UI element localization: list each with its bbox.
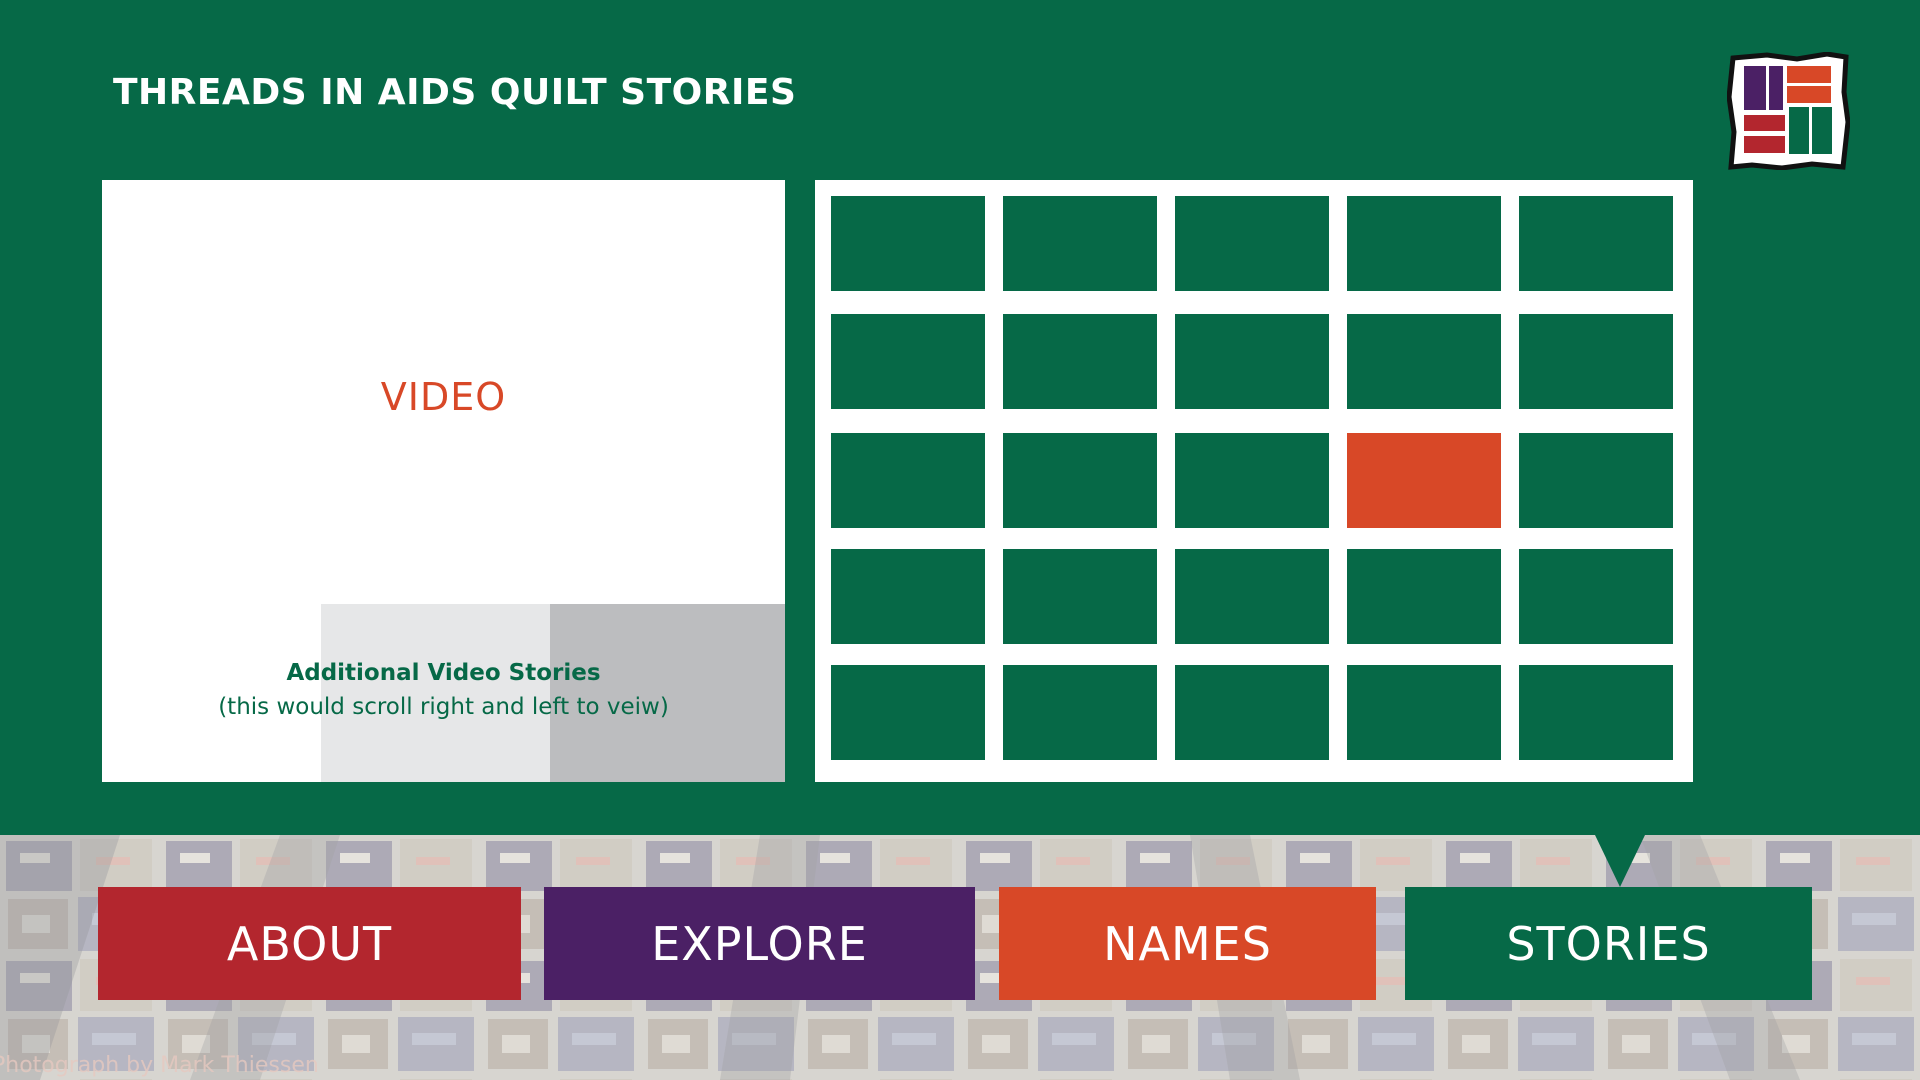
story-cell-r5-c1[interactable] xyxy=(831,665,985,760)
story-cell-r1-c4[interactable] xyxy=(1347,196,1501,291)
story-cell-r2-c2[interactable] xyxy=(1003,314,1157,409)
story-cell-r5-c5[interactable] xyxy=(1519,665,1673,760)
story-grid xyxy=(815,180,1693,782)
story-cell-r2-c5[interactable] xyxy=(1519,314,1673,409)
active-tab-pointer xyxy=(1595,835,1645,887)
story-cell-r1-c3[interactable] xyxy=(1175,196,1329,291)
story-cell-r1-c5[interactable] xyxy=(1519,196,1673,291)
additional-video-note: (this would scroll right and left to vei… xyxy=(218,694,669,720)
quilt-logo-icon[interactable] xyxy=(1726,51,1851,171)
story-cell-r3-c1[interactable] xyxy=(831,433,985,528)
additional-video-title: Additional Video Stories xyxy=(286,660,601,686)
photo-credit: Photograph by Mark Thiessen xyxy=(0,1053,319,1078)
story-cell-r2-c4[interactable] xyxy=(1347,314,1501,409)
story-cell-r3-c2[interactable] xyxy=(1003,433,1157,528)
additional-video-stories: Additional Video Stories (this would scr… xyxy=(102,656,785,724)
video-label: VIDEO xyxy=(380,375,507,419)
story-cell-r4-c2[interactable] xyxy=(1003,549,1157,644)
story-cell-r1-c2[interactable] xyxy=(1003,196,1157,291)
nav-about-button[interactable]: ABOUT xyxy=(98,887,521,1000)
nav-stories-button[interactable]: STORIES xyxy=(1405,887,1812,1000)
story-cell-r3-c4[interactable] xyxy=(1347,433,1501,528)
story-cell-r5-c4[interactable] xyxy=(1347,665,1501,760)
story-cell-r4-c3[interactable] xyxy=(1175,549,1329,644)
story-cell-r1-c1[interactable] xyxy=(831,196,985,291)
story-cell-r5-c2[interactable] xyxy=(1003,665,1157,760)
page-title: THREADS IN AIDS QUILT STORIES xyxy=(113,72,797,113)
nav-names-button[interactable]: NAMES xyxy=(999,887,1376,1000)
story-cell-r2-c3[interactable] xyxy=(1175,314,1329,409)
story-cell-r3-c3[interactable] xyxy=(1175,433,1329,528)
story-cell-r2-c1[interactable] xyxy=(831,314,985,409)
story-cell-r3-c5[interactable] xyxy=(1519,433,1673,528)
story-cell-r4-c5[interactable] xyxy=(1519,549,1673,644)
nav-explore-button[interactable]: EXPLORE xyxy=(544,887,975,1000)
story-cell-r5-c3[interactable] xyxy=(1175,665,1329,760)
story-cell-r4-c1[interactable] xyxy=(831,549,985,644)
story-cell-r4-c4[interactable] xyxy=(1347,549,1501,644)
video-panel[interactable]: VIDEO Additional Video Stories (this wou… xyxy=(102,180,785,782)
